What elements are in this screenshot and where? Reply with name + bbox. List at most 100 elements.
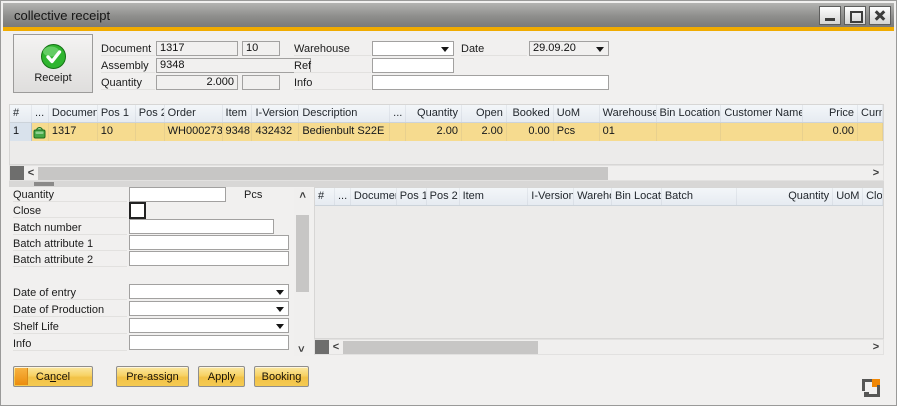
column-header-warehouse[interactable]: Warehouse xyxy=(600,105,657,122)
batch-attribute-1-field[interactable] xyxy=(129,235,289,250)
column-header-close[interactable]: Clo xyxy=(863,188,883,205)
cell-more[interactable] xyxy=(390,123,406,141)
cell-customer-name[interactable] xyxy=(721,123,803,141)
cell-curr[interactable] xyxy=(858,123,883,141)
column-header-booked[interactable]: Booked xyxy=(507,105,554,122)
detail-form-vscrollbar[interactable]: < < xyxy=(294,188,310,356)
column-header-document[interactable]: Document xyxy=(49,105,98,122)
resize-grip-icon[interactable] xyxy=(862,379,880,397)
batch-number-field[interactable] xyxy=(129,219,274,234)
column-header-item[interactable]: Item xyxy=(460,188,529,205)
assembly-field[interactable]: 9348 xyxy=(156,58,311,73)
chevron-down-icon[interactable] xyxy=(441,47,449,52)
column-header-document[interactable]: Document xyxy=(351,188,397,205)
column-header-pos2[interactable]: Pos 2 xyxy=(136,105,165,122)
date-of-entry-dropdown[interactable] xyxy=(129,284,289,299)
cell-open[interactable]: 2.00 xyxy=(462,123,507,141)
column-header-pos2[interactable]: Pos 2 xyxy=(427,188,460,205)
column-header-quantity[interactable]: Quantity xyxy=(737,188,834,205)
chevron-down-icon[interactable] xyxy=(596,47,604,52)
cancel-button[interactable]: Cancel xyxy=(13,366,93,387)
column-header-iversion[interactable]: I-Version xyxy=(528,188,574,205)
column-header-batch[interactable]: Batch xyxy=(662,188,737,205)
column-header-more[interactable]: ... xyxy=(390,105,406,122)
pre-assign-button[interactable]: Pre-assign xyxy=(116,366,189,387)
column-header-num[interactable]: # xyxy=(10,105,32,122)
scroll-right-icon[interactable]: > xyxy=(869,340,883,354)
apply-button[interactable]: Apply xyxy=(198,366,245,387)
cell-order[interactable]: WH000273 xyxy=(165,123,223,141)
booking-table-hscrollbar[interactable]: < > xyxy=(314,339,884,355)
column-header-open[interactable]: Open xyxy=(462,105,507,122)
chevron-down-icon[interactable] xyxy=(276,324,284,329)
cell-document[interactable]: 1317 xyxy=(49,123,98,141)
minimize-button[interactable] xyxy=(819,6,841,25)
column-header-description[interactable]: Description xyxy=(299,105,390,122)
maximize-button[interactable] xyxy=(844,6,866,25)
column-header-pos1[interactable]: Pos 1 xyxy=(98,105,136,122)
document-pos-field[interactable]: 10 xyxy=(242,41,280,56)
cell-icon[interactable] xyxy=(32,123,49,141)
chevron-down-icon[interactable] xyxy=(276,307,284,312)
column-header-curr[interactable]: Curr xyxy=(858,105,883,122)
scrollbar-thumb[interactable] xyxy=(296,215,309,292)
column-header-num[interactable]: # xyxy=(315,188,335,205)
batch-attribute-2-field[interactable] xyxy=(129,251,289,266)
detail-quantity-field[interactable] xyxy=(129,187,226,202)
detail-info-field[interactable] xyxy=(129,335,289,350)
warehouse-dropdown[interactable] xyxy=(372,41,454,56)
column-header-warehouse[interactable]: Wareho xyxy=(574,188,612,205)
ref-field[interactable] xyxy=(372,58,454,73)
column-header-quantity[interactable]: Quantity xyxy=(406,105,462,122)
column-header-uom[interactable]: UoM xyxy=(833,188,863,205)
column-header-price[interactable]: Price xyxy=(803,105,858,122)
close-button[interactable] xyxy=(869,6,891,25)
column-header-uom[interactable]: UoM xyxy=(554,105,600,122)
cell-booked[interactable]: 0.00 xyxy=(507,123,554,141)
cell-num[interactable]: 1 xyxy=(10,123,32,141)
scrollbar-corner xyxy=(315,340,329,354)
scrollbar-thumb[interactable] xyxy=(343,341,538,354)
scroll-up-icon[interactable]: < xyxy=(295,188,309,202)
close-checkbox[interactable] xyxy=(129,202,146,219)
column-header-iversion[interactable]: I-Version xyxy=(252,105,299,122)
column-header-bin-location[interactable]: Bin Location xyxy=(657,105,722,122)
table-row[interactable]: 1 1317 10 WH000273 9348 432432 Bedienbul… xyxy=(10,123,883,141)
column-header-pos1[interactable]: Pos 1 xyxy=(397,188,427,205)
shelf-life-dropdown[interactable] xyxy=(129,318,289,333)
cell-uom[interactable]: Pcs xyxy=(554,123,600,141)
cell-price[interactable]: 0.00 xyxy=(803,123,858,141)
cell-item[interactable]: 9348 xyxy=(223,123,253,141)
column-header-icon[interactable]: ... xyxy=(32,105,49,122)
booking-button[interactable]: Booking xyxy=(254,366,309,387)
column-header-customer-name[interactable]: Customer Name xyxy=(721,105,803,122)
scroll-down-icon[interactable]: < xyxy=(295,342,309,356)
scroll-left-icon[interactable]: < xyxy=(24,166,38,180)
scrollbar-thumb[interactable] xyxy=(38,167,608,180)
cell-quantity[interactable]: 2.00 xyxy=(406,123,462,141)
cell-iversion[interactable]: 432432 xyxy=(252,123,299,141)
info-field[interactable] xyxy=(372,75,609,90)
top-table-hscrollbar[interactable]: < > xyxy=(9,165,884,181)
cell-bin-location[interactable] xyxy=(657,123,722,141)
column-header-bin-location[interactable]: Bin Location xyxy=(612,188,662,205)
scroll-left-icon[interactable]: < xyxy=(329,340,343,354)
column-header-icon[interactable]: ... xyxy=(335,188,351,205)
scroll-right-icon[interactable]: > xyxy=(869,166,883,180)
column-header-order[interactable]: Order xyxy=(165,105,223,122)
cell-warehouse[interactable]: 01 xyxy=(600,123,657,141)
cell-pos1[interactable]: 10 xyxy=(98,123,136,141)
date-dropdown[interactable]: 29.09.20 xyxy=(529,41,609,56)
quantity-field[interactable]: 2.000 xyxy=(156,75,238,90)
column-header-item[interactable]: Item xyxy=(223,105,253,122)
chevron-down-icon[interactable] xyxy=(276,290,284,295)
date-of-production-dropdown[interactable] xyxy=(129,301,289,316)
document-field[interactable]: 1317 xyxy=(156,41,238,56)
title-bar[interactable]: collective receipt xyxy=(3,3,894,27)
cell-description[interactable]: Bedienbult S22E xyxy=(299,123,390,141)
warehouse-label: Warehouse xyxy=(294,43,371,56)
collective-receipt-window: collective receipt Receipt Document 1317… xyxy=(0,0,897,406)
cell-pos2[interactable] xyxy=(136,123,165,141)
receipt-button[interactable]: Receipt xyxy=(13,34,93,93)
quantity-pos-field[interactable] xyxy=(242,75,280,90)
